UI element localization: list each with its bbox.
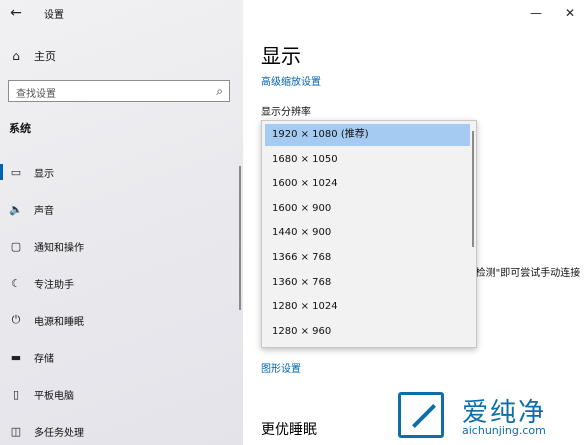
sidebar-item-1[interactable]: 🔈 声音	[0, 197, 238, 221]
resolution-option[interactable]: 1360 × 768	[265, 272, 470, 294]
sidebar-item-6[interactable]: ▯ 平板电脑	[0, 382, 238, 406]
sleep-section-title: 更优睡眠	[261, 422, 317, 438]
page-title: 显示	[261, 44, 301, 68]
sidebar-item-5[interactable]: ▬ 存储	[0, 345, 238, 369]
sidebar-scrollbar[interactable]	[239, 166, 241, 310]
advanced-scaling-link[interactable]: 高级缩放设置	[261, 73, 321, 88]
home-icon: ⌂	[12, 49, 20, 63]
resolution-dropdown-list[interactable]: 1920 × 1080 (推荐) 1680 × 1050 1600 × 1024 16…	[261, 120, 477, 348]
sidebar-item-4[interactable]: ⏻ 电源和睡眠	[0, 308, 238, 332]
watermark: 爱纯净 aichunjing.com	[392, 386, 587, 445]
watermark-url: aichunjing.com	[462, 424, 546, 437]
notification-icon: ▢	[10, 239, 22, 253]
resolution-option[interactable]: 1680 × 1050	[265, 149, 470, 171]
sidebar-item-label: 显示	[34, 168, 54, 180]
moon-icon: ☾	[11, 276, 21, 290]
storage-icon: ▬	[10, 350, 22, 364]
sidebar: ← 设置 ⌂ 主页 查找设置 ⌕ 系统 ▭ 显示 🔈 声音 ▢ 通知和操作 ☾ 专注助手 ⏻ 电源…	[0, 0, 243, 445]
tablet-icon: ▯	[12, 387, 20, 401]
sidebar-item-0[interactable]: ▭ 显示	[0, 160, 238, 184]
resolution-option[interactable]: 1280 × 960	[265, 321, 470, 343]
watermark-logo-icon	[398, 392, 444, 438]
sidebar-item-3[interactable]: ☾ 专注助手	[0, 271, 238, 295]
sidebar-item-7[interactable]: ◫ 多任务处理	[0, 419, 238, 443]
sidebar-item-label: 平板电脑	[34, 390, 74, 402]
sidebar-item-label: 存储	[34, 353, 54, 365]
window-controls: — ✕	[519, 0, 587, 28]
home-label: 主页	[34, 50, 56, 63]
multitask-icon: ◫	[10, 424, 22, 438]
resolution-option[interactable]: 1366 × 768	[265, 247, 470, 269]
resolution-option[interactable]: 1440 × 900	[265, 222, 470, 244]
sidebar-item-label: 声音	[34, 205, 54, 217]
close-button[interactable]: ✕	[553, 0, 587, 28]
speaker-icon: 🔈	[9, 202, 23, 216]
resolution-option[interactable]: 1600 × 1024	[265, 173, 470, 195]
resolution-label: 显示分辨率	[261, 107, 311, 118]
sidebar-item-label: 通知和操作	[34, 242, 84, 254]
sidebar-item-2[interactable]: ▢ 通知和操作	[0, 234, 238, 258]
section-title: 系统	[9, 122, 31, 135]
search-input[interactable]: 查找设置 ⌕	[8, 80, 230, 102]
sidebar-item-label: 专注助手	[34, 279, 74, 291]
search-icon[interactable]: ⌕	[216, 84, 223, 99]
dropdown-scrollbar[interactable]	[472, 131, 474, 247]
resolution-option[interactable]: 1920 × 1080 (推荐)	[265, 124, 470, 146]
settings-window: ← 设置 ⌂ 主页 查找设置 ⌕ 系统 ▭ 显示 🔈 声音 ▢ 通知和操作 ☾ 专注助手 ⏻ 电源…	[0, 0, 587, 445]
search-placeholder: 查找设置	[16, 89, 56, 100]
title-bar: ← 设置	[0, 0, 243, 28]
back-arrow-icon[interactable]: ←	[6, 4, 26, 22]
sidebar-item-label: 多任务处理	[34, 427, 84, 439]
resolution-option[interactable]: 1600 × 900	[265, 198, 470, 220]
graphics-settings-link[interactable]: 图形设置	[261, 360, 301, 375]
resolution-option[interactable]: 1280 × 1024	[265, 296, 470, 318]
home-nav-item[interactable]: ⌂ 主页	[8, 46, 238, 66]
detect-hint-text: "检测"即可尝试手动连接	[471, 268, 581, 279]
minimize-button[interactable]: —	[519, 0, 553, 28]
app-title: 设置	[44, 10, 64, 21]
sidebar-item-label: 电源和睡眠	[34, 316, 84, 328]
power-icon: ⏻	[11, 313, 21, 326]
display-icon: ▭	[10, 165, 22, 179]
